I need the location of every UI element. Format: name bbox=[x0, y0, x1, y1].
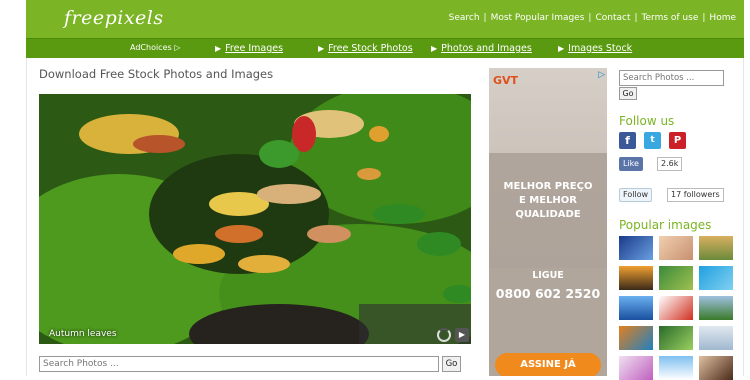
adchoices-label: AdChoices bbox=[130, 43, 172, 52]
twitter-icon[interactable]: t bbox=[644, 132, 661, 149]
nav-photos-and-images[interactable]: ▶ Photos and Images bbox=[431, 43, 532, 54]
facebook-like-button[interactable]: Like bbox=[619, 157, 643, 171]
popular-thumbnail[interactable] bbox=[699, 266, 733, 290]
sidebar: Go Follow us f t P Like 2.6k Follow 17 f… bbox=[619, 70, 745, 380]
popular-thumbnail[interactable] bbox=[659, 326, 693, 350]
ad-headline-line: QUALIDADE bbox=[515, 209, 581, 220]
nav-item-label: Free Images bbox=[225, 43, 284, 54]
advertisement[interactable]: GVT ▷ MELHOR PREÇO E MELHOR QUALIDADE LI… bbox=[489, 68, 607, 376]
facebook-like-count: 2.6k bbox=[657, 157, 683, 171]
popular-thumbnail[interactable] bbox=[659, 266, 693, 290]
nav-bar: AdChoices ▷ ▶ Free Images ▶ Free Stock Pho… bbox=[26, 38, 744, 58]
link-separator: | bbox=[702, 13, 706, 23]
ad-brand-logo: GVT bbox=[493, 74, 519, 87]
ad-headline: MELHOR PREÇO E MELHOR QUALIDADE bbox=[489, 180, 607, 222]
popular-thumbnail[interactable] bbox=[619, 266, 653, 290]
popular-thumbnail[interactable] bbox=[699, 236, 733, 260]
nav-item-label: Images Stock bbox=[568, 43, 633, 54]
ad-cta-button[interactable]: ASSINE JÁ bbox=[495, 353, 601, 376]
page-title: Download Free Stock Photos and Images bbox=[39, 67, 274, 81]
arrow-right-icon: ▶ bbox=[558, 44, 565, 53]
popular-thumbnail[interactable] bbox=[699, 356, 733, 380]
ad-headline-line: MELHOR PREÇO bbox=[503, 181, 593, 192]
play-icon[interactable]: ▶ bbox=[455, 328, 469, 342]
site-logo[interactable]: freepixels bbox=[64, 7, 164, 29]
arrow-right-icon: ▶ bbox=[431, 44, 438, 53]
adchoices-icon: ▷ bbox=[174, 43, 181, 52]
pinterest-icon[interactable]: P bbox=[669, 132, 686, 149]
ad-ligue: LIGUE bbox=[532, 270, 564, 281]
arrow-right-icon: ▶ bbox=[215, 44, 222, 53]
adchoices-link[interactable]: AdChoices ▷ bbox=[130, 43, 180, 52]
follow-us-heading: Follow us bbox=[619, 114, 675, 128]
link-separator: | bbox=[483, 13, 487, 23]
popular-thumbnail[interactable] bbox=[619, 326, 653, 350]
facebook-icon[interactable]: f bbox=[619, 132, 636, 149]
sidebar-go-button[interactable]: Go bbox=[619, 87, 637, 100]
popular-thumbnail[interactable] bbox=[699, 326, 733, 350]
popular-thumbnail[interactable] bbox=[659, 356, 693, 380]
popular-thumbnail[interactable] bbox=[619, 236, 653, 260]
nav-item-label: Photos and Images bbox=[441, 43, 532, 54]
top-bar: freepixels Search | Most Popular Images | Co… bbox=[26, 0, 744, 38]
home-link[interactable]: Home bbox=[709, 13, 736, 23]
arrow-right-icon: ▶ bbox=[318, 44, 325, 53]
twitter-followers-count: 17 followers bbox=[667, 188, 724, 202]
main-search-input[interactable] bbox=[39, 356, 439, 372]
main-go-button[interactable]: Go bbox=[442, 356, 461, 372]
most-popular-link[interactable]: Most Popular Images bbox=[491, 13, 585, 23]
nav-item-label: Free Stock Photos bbox=[328, 43, 413, 54]
popular-thumbnail[interactable] bbox=[619, 296, 653, 320]
nav-images-stock[interactable]: ▶ Images Stock bbox=[558, 43, 632, 54]
contact-link[interactable]: Contact bbox=[595, 13, 630, 23]
ad-info-icon[interactable]: ▷ bbox=[598, 70, 605, 80]
popular-thumbnail[interactable] bbox=[619, 356, 653, 380]
twitter-follow-button[interactable]: Follow bbox=[619, 188, 653, 202]
nav-free-stock-photos[interactable]: ▶ Free Stock Photos bbox=[318, 43, 413, 54]
photo-illustration bbox=[39, 94, 471, 344]
ad-phone: 0800 602 2520 bbox=[495, 286, 601, 301]
featured-photo[interactable]: Autumn leaves ▶ bbox=[39, 94, 471, 344]
popular-thumbnail[interactable] bbox=[699, 296, 733, 320]
ad-headline-line: E MELHOR bbox=[518, 195, 578, 206]
link-separator: | bbox=[588, 13, 592, 23]
popular-images-heading: Popular images bbox=[619, 218, 712, 232]
main-content: Download Free Stock Photos and Images Au… bbox=[26, 58, 745, 380]
nav-free-images[interactable]: ▶ Free Images bbox=[215, 43, 283, 54]
link-separator: | bbox=[634, 13, 638, 23]
popular-thumbnail[interactable] bbox=[659, 236, 693, 260]
top-links: Search | Most Popular Images | Contact | Terms… bbox=[449, 13, 736, 23]
search-link[interactable]: Search bbox=[449, 13, 480, 23]
sidebar-search-input[interactable] bbox=[619, 70, 724, 86]
photo-caption: Autumn leaves bbox=[49, 329, 117, 339]
loading-spinner-icon bbox=[437, 328, 451, 342]
terms-link[interactable]: Terms of use bbox=[642, 13, 699, 23]
popular-thumbnail[interactable] bbox=[659, 296, 693, 320]
